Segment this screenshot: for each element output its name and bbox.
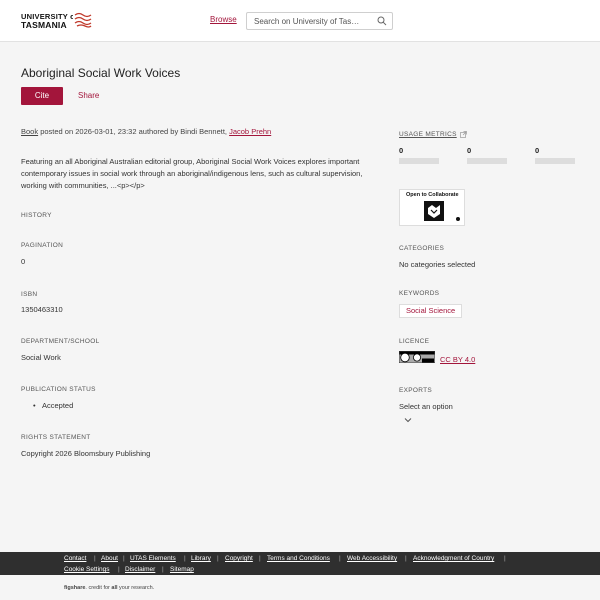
- isbn-label: ISBN: [21, 291, 38, 298]
- pagination-label: PAGINATION: [21, 242, 64, 249]
- rights-label: RIGHTS STATEMENT: [21, 434, 91, 441]
- footer-divider: |: [162, 566, 164, 573]
- exports-label: EXPORTS: [399, 387, 433, 394]
- footer-divider: |: [184, 555, 186, 562]
- pagination-value: 0: [21, 257, 26, 266]
- item-type-link[interactable]: Book: [21, 127, 38, 136]
- page-title: Aboriginal Social Work Voices: [21, 66, 181, 80]
- share-button[interactable]: Share: [78, 91, 99, 100]
- author-link[interactable]: Jacob Prehn: [229, 127, 271, 136]
- footer-divider: |: [259, 555, 261, 562]
- top-navbar: UNIVERSITY of TASMANIA Browse Search on …: [0, 0, 600, 42]
- footer-link-cookie-settings[interactable]: Cookie Settings: [64, 566, 110, 573]
- badge-dot-icon: [456, 217, 460, 221]
- footer-link-copyright[interactable]: Copyright: [225, 555, 253, 562]
- metric-citations: 0: [535, 146, 575, 164]
- department-label: DEPARTMENT/SCHOOL: [21, 338, 100, 345]
- search-placeholder: Search on University of Tas…: [254, 17, 360, 26]
- usage-metrics-link[interactable]: USAGE METRICS: [399, 131, 457, 138]
- licence-label: LICENCE: [399, 338, 430, 345]
- licence-link[interactable]: CC BY 4.0: [440, 355, 475, 364]
- figshare-credit[interactable]: figshare. credit for all your research.: [64, 585, 154, 591]
- browse-link[interactable]: Browse: [210, 15, 237, 24]
- exports-select[interactable]: Select an option: [399, 402, 453, 411]
- footer-link-utas-elements[interactable]: UTAS Elements: [130, 555, 176, 562]
- lion-emblem-icon: [73, 12, 93, 28]
- footer-divider: |: [118, 566, 120, 573]
- external-link-icon: [460, 131, 467, 138]
- footer-link-sitemap[interactable]: Sitemap: [170, 566, 194, 573]
- history-label: HISTORY: [21, 212, 52, 219]
- university-logo[interactable]: UNIVERSITY of TASMANIA: [21, 12, 95, 30]
- categories-value: No categories selected: [399, 260, 476, 269]
- logo-line2: TASMANIA: [21, 20, 67, 30]
- search-icon[interactable]: [377, 16, 387, 26]
- metric-downloads-bar: [467, 158, 507, 164]
- posted-text: posted on 2026-03-01, 23:32 authored by …: [38, 127, 230, 136]
- metric-views: 0: [399, 146, 439, 164]
- search-input[interactable]: Search on University of Tas…: [246, 12, 393, 30]
- footer-link-web-accessibility[interactable]: Web Accessibility: [347, 555, 397, 562]
- footer-link-library[interactable]: Library: [191, 555, 211, 562]
- cite-button[interactable]: Cite: [21, 87, 63, 105]
- credit-text: . credit for: [85, 585, 112, 591]
- categories-label: CATEGORIES: [399, 245, 445, 252]
- footer-link-acknowledgment[interactable]: Acknowledgment of Country: [413, 555, 494, 562]
- chevron-down-icon[interactable]: [404, 417, 412, 423]
- footer-divider: |: [504, 555, 506, 562]
- metric-citations-bar: [535, 158, 575, 164]
- footer-divider: |: [94, 555, 96, 562]
- footer-divider: |: [405, 555, 407, 562]
- item-meta: Book posted on 2026-03-01, 23:32 authore…: [21, 127, 271, 136]
- handshake-icon: [424, 201, 444, 221]
- cc-by-icon: [399, 351, 435, 363]
- credit-tail: your research.: [117, 585, 155, 591]
- footer-link-about[interactable]: About: [101, 555, 118, 562]
- keywords-label: KEYWORDS: [399, 290, 440, 297]
- open-to-collaborate-badge[interactable]: Open to Collaborate: [399, 189, 465, 226]
- credit-brand: figshare: [64, 585, 86, 591]
- item-description: Featuring an all Aboriginal Australian e…: [21, 157, 363, 190]
- footer: Contact | About | UTAS Elements | Librar…: [0, 552, 600, 575]
- metric-citations-value: 0: [535, 146, 540, 155]
- metric-downloads-value: 0: [467, 146, 472, 155]
- footer-link-disclaimer[interactable]: Disclaimer: [125, 566, 155, 573]
- badge-text: Open to Collaborate: [406, 192, 459, 198]
- footer-link-terms[interactable]: Terms and Conditions: [267, 555, 330, 562]
- metric-downloads: 0: [467, 146, 507, 164]
- isbn-value: 1350463310: [21, 305, 63, 314]
- footer-link-contact[interactable]: Contact: [64, 555, 86, 562]
- publication-status-label: PUBLICATION STATUS: [21, 386, 96, 393]
- metric-views-bar: [399, 158, 439, 164]
- publication-status-value: Accepted: [33, 401, 73, 410]
- rights-value: Copyright 2026 Bloomsbury Publishing: [21, 449, 151, 458]
- keyword-chip[interactable]: Social Science: [399, 304, 463, 318]
- footer-divider: |: [339, 555, 341, 562]
- metric-views-value: 0: [399, 146, 404, 155]
- department-value: Social Work: [21, 353, 61, 362]
- footer-divider: |: [217, 555, 219, 562]
- footer-divider: |: [123, 555, 125, 562]
